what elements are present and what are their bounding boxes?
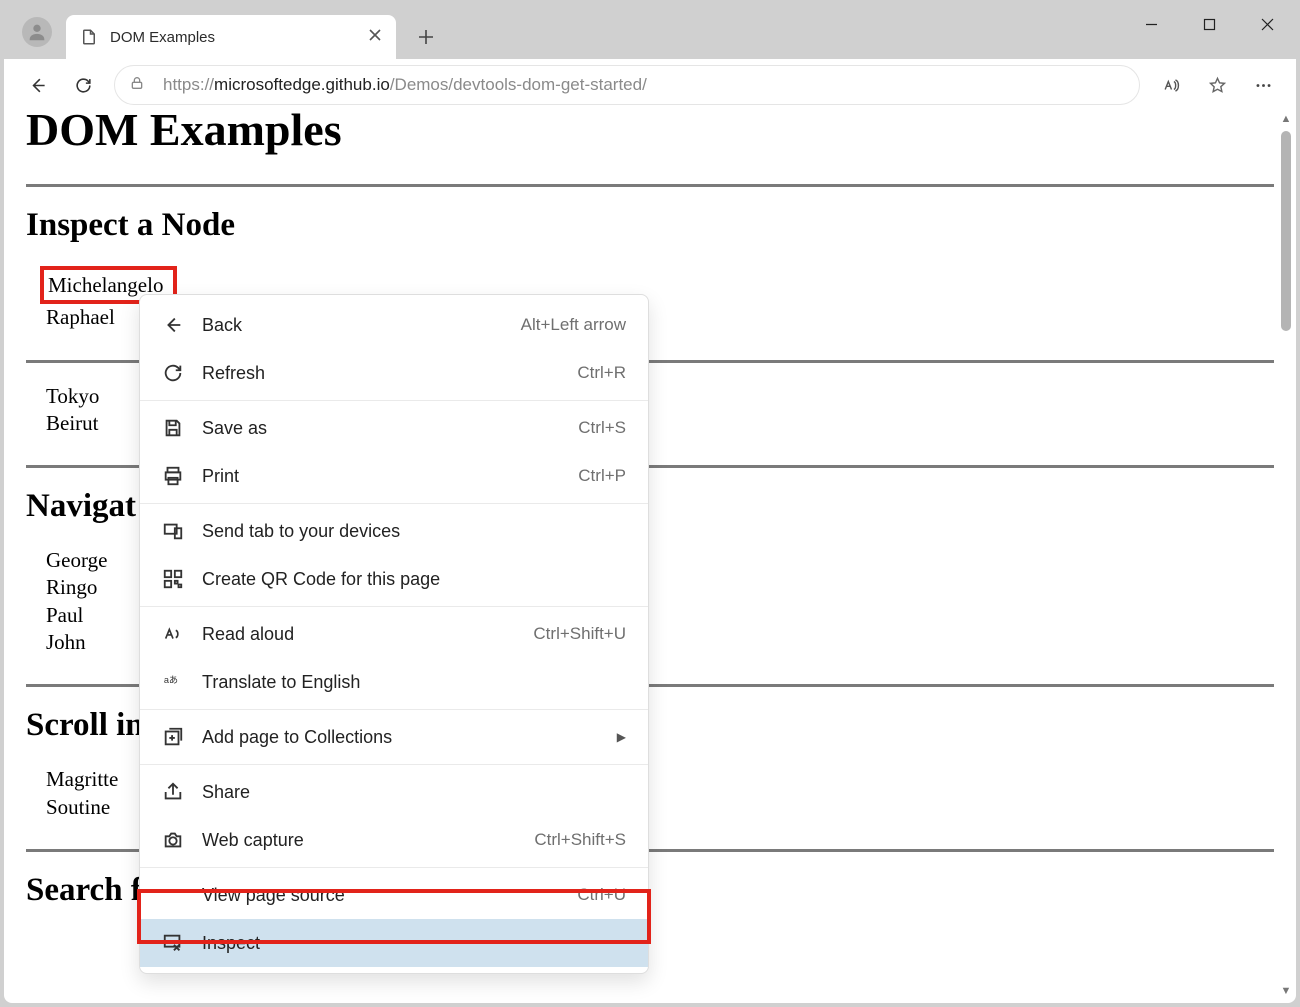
context-menu-collections[interactable]: Add page to Collections ▶ [140,713,648,761]
window-controls [1122,4,1296,44]
lock-icon [129,75,163,96]
share-icon [162,781,184,803]
close-tab-icon[interactable] [368,28,382,47]
read-aloud-icon [162,623,184,645]
arrow-left-icon [162,314,184,336]
divider [26,184,1274,187]
titlebar: DOM Examples [4,4,1296,59]
context-menu-save-as[interactable]: Save as Ctrl+S [140,404,648,452]
nav-back-button[interactable] [16,64,58,106]
context-menu-back[interactable]: Back Alt+Left arrow [140,301,648,349]
menu-separator [140,606,648,607]
context-menu-view-source[interactable]: View page source Ctrl+U [140,871,648,919]
close-window-button[interactable] [1238,4,1296,44]
address-bar[interactable]: https://microsoftedge.github.io/Demos/de… [114,65,1140,105]
menu-separator [140,400,648,401]
scroll-down-icon[interactable]: ▼ [1278,983,1294,999]
menu-separator [140,867,648,868]
context-menu-translate[interactable]: aあ Translate to English [140,658,648,706]
inspect-icon [162,932,184,954]
nav-refresh-button[interactable] [62,64,104,106]
chevron-right-icon: ▶ [617,730,626,744]
minimize-button[interactable] [1122,4,1180,44]
refresh-icon [162,362,184,384]
context-menu-read-aloud[interactable]: Read aloud Ctrl+Shift+U [140,610,648,658]
settings-menu-button[interactable] [1242,64,1284,106]
favorites-button[interactable] [1196,64,1238,106]
page-title: DOM Examples [26,111,1274,156]
context-menu-print[interactable]: Print Ctrl+P [140,452,648,500]
devices-icon [162,520,184,542]
vertical-scrollbar[interactable]: ▲ ▼ [1278,111,1294,999]
collections-icon [162,726,184,748]
maximize-button[interactable] [1180,4,1238,44]
scroll-thumb[interactable] [1281,131,1291,331]
tab-title: DOM Examples [110,29,368,46]
menu-separator [140,709,648,710]
context-menu-refresh[interactable]: Refresh Ctrl+R [140,349,648,397]
capture-icon [162,829,184,851]
svg-text:aあ: aあ [164,675,178,685]
context-menu-send-tab[interactable]: Send tab to your devices [140,507,648,555]
url-text: https://microsoftedge.github.io/Demos/de… [163,75,647,95]
new-tab-button[interactable] [406,17,446,57]
context-menu-share[interactable]: Share [140,768,648,816]
context-menu-web-capture[interactable]: Web capture Ctrl+Shift+S [140,816,648,864]
section-heading: Inspect a Node [26,207,1274,244]
toolbar: https://microsoftedge.github.io/Demos/de… [4,59,1296,111]
save-icon [162,417,184,439]
menu-separator [140,503,648,504]
read-aloud-button[interactable] [1150,64,1192,106]
context-menu: Back Alt+Left arrow Refresh Ctrl+R Save … [139,294,649,974]
menu-separator [140,764,648,765]
scroll-up-icon[interactable]: ▲ [1278,111,1294,127]
print-icon [162,465,184,487]
translate-icon: aあ [162,671,184,693]
browser-tab[interactable]: DOM Examples [66,15,396,59]
file-icon [80,28,98,46]
context-menu-qr-code[interactable]: Create QR Code for this page [140,555,648,603]
profile-avatar[interactable] [22,17,52,47]
context-menu-inspect[interactable]: Inspect [140,919,648,967]
qr-icon [162,568,184,590]
